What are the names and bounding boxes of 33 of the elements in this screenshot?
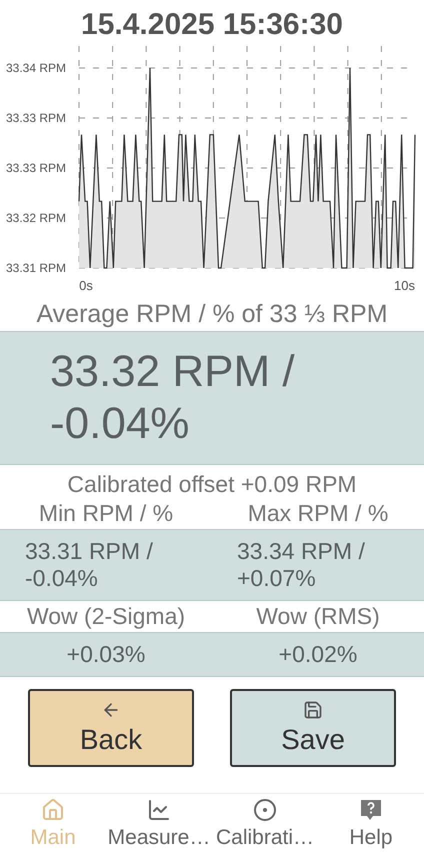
stat-label: Min RPM / %: [38, 499, 174, 528]
average-value: 33.32 RPM / -0.04%: [0, 331, 424, 465]
nav-tab[interactable]: Measure…: [106, 794, 212, 854]
wow-label: Wow (2-Sigma): [26, 602, 186, 631]
y-axis-label: 33.33 RPM: [6, 161, 66, 175]
nav-label: Main: [30, 826, 76, 850]
wow-value: +0.02%: [278, 641, 358, 668]
target-icon: [253, 798, 277, 822]
stat-value: 33.31 RPM / -0.04%: [24, 538, 154, 592]
home-icon: [41, 798, 65, 822]
save-button[interactable]: Save: [230, 689, 396, 767]
stat-value: 33.34 RPM / +0.07%: [236, 538, 366, 592]
y-axis-label: 33.33 RPM: [6, 111, 66, 125]
help-icon: [359, 798, 383, 822]
calibrated-offset: Calibrated offset +0.09 RPM: [66, 470, 358, 498]
stat-label: Max RPM / %: [246, 499, 390, 528]
x-axis-label: 10s: [394, 278, 415, 293]
nav-label: Help: [349, 826, 393, 850]
timestamp-title: 15.4.2025 15:36:30: [80, 7, 344, 43]
line-chart-icon: [147, 798, 171, 822]
y-axis-label: 33.32 RPM: [6, 211, 66, 225]
y-axis-label: 33.31 RPM: [6, 261, 66, 275]
wow-value: +0.03%: [66, 641, 146, 668]
nav-label: Calibrati…: [216, 826, 314, 850]
nav-tab[interactable]: Help: [318, 794, 424, 854]
average-label: Average RPM / % of 33 ⅓ RPM: [35, 299, 389, 330]
y-axis-label: 33.34 RPM: [6, 61, 66, 75]
x-axis-label: 0s: [79, 278, 93, 293]
back-button[interactable]: Back: [28, 689, 194, 767]
nav-tab[interactable]: Calibrati…: [212, 794, 318, 854]
nav-label: Measure…: [108, 826, 210, 850]
save-icon: [303, 700, 323, 720]
wow-label: Wow (RMS): [255, 602, 381, 631]
